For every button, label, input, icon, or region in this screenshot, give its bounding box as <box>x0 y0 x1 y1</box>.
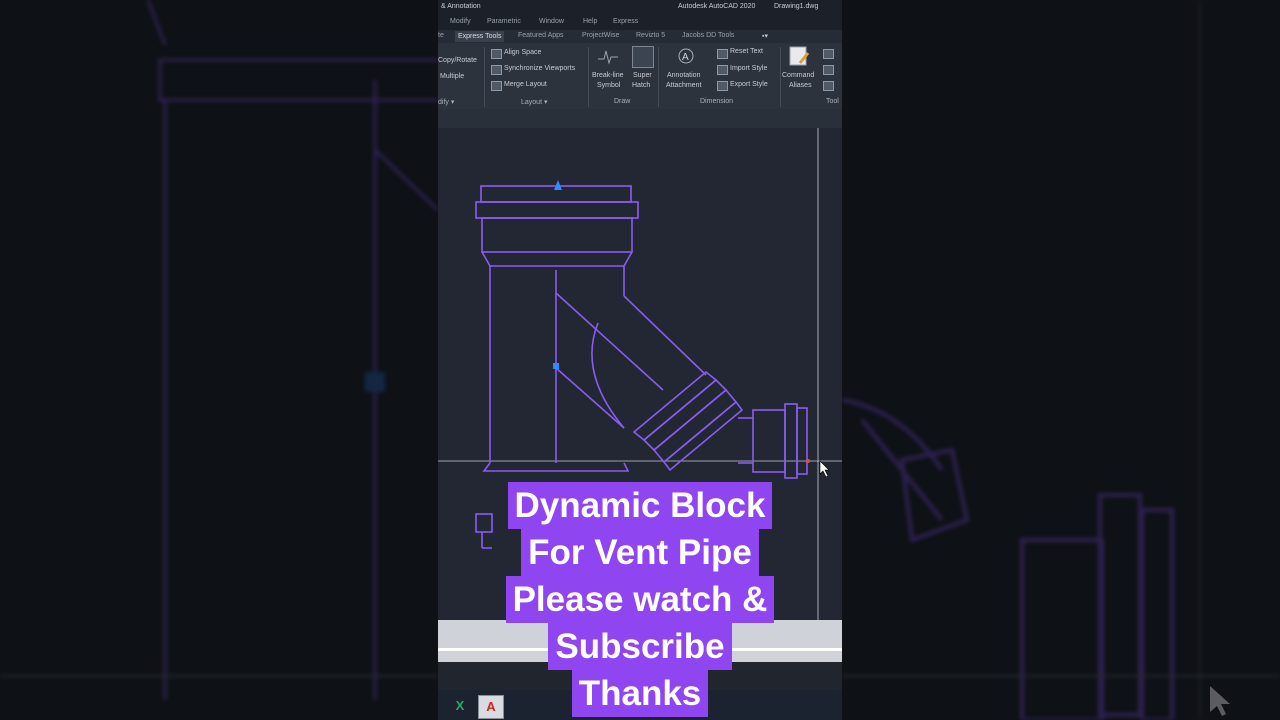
synchronize-viewports-button[interactable]: Synchronize Viewports <box>504 65 575 72</box>
blurred-background-left <box>0 0 438 720</box>
app-title: Autodesk AutoCAD 2020 <box>678 3 756 10</box>
caption-line-2: For Vent Pipe <box>521 529 759 576</box>
menu-window[interactable]: Window <box>539 18 564 25</box>
tool-icon-2[interactable] <box>823 65 834 75</box>
caption-line-4: Subscribe <box>548 623 732 670</box>
grip-square-icon[interactable] <box>553 363 559 369</box>
caption-line-1: Dynamic Block <box>507 482 773 529</box>
super-hatch-label-2[interactable]: Hatch <box>632 82 650 89</box>
align-space-icon <box>491 49 502 59</box>
tool-icon-1[interactable] <box>823 49 834 59</box>
menu-express[interactable]: Express <box>613 18 638 25</box>
command-aliases-label-2[interactable]: Aliases <box>789 82 812 89</box>
blurred-background-right <box>842 0 1280 720</box>
export-style-button[interactable]: Export Style <box>730 81 768 88</box>
multiple-button[interactable]: Multiple <box>440 73 464 80</box>
break-line-label-2[interactable]: Symbol <box>597 82 620 89</box>
ribbon-tab-bar: te Express Tools Featured Apps ProjectWi… <box>438 30 842 43</box>
tools-panel-label: Tool <box>826 98 839 105</box>
menu-bar: Modify Parametric Window Help Express <box>438 15 842 30</box>
reset-text-icon <box>717 49 728 59</box>
svg-text:A: A <box>682 52 689 63</box>
annotation-attachment-icon: A <box>678 48 694 64</box>
tab-partial[interactable]: te <box>438 32 444 39</box>
excel-icon[interactable]: X <box>448 695 472 717</box>
tab-express-tools[interactable]: Express Tools <box>455 31 505 42</box>
menu-help[interactable]: Help <box>583 18 597 25</box>
tab-featured-apps[interactable]: Featured Apps <box>518 32 564 39</box>
tab-projectwise[interactable]: ProjectWise <box>582 32 619 39</box>
break-line-label[interactable]: Break-line <box>592 72 624 79</box>
import-style-icon <box>717 65 728 75</box>
annotation-attachment-label[interactable]: Annotation <box>667 72 700 79</box>
blurred-cursor-icon <box>1210 686 1230 716</box>
synchronize-viewports-icon <box>491 65 502 75</box>
panel-separator <box>780 47 781 107</box>
merge-layout-button[interactable]: Merge Layout <box>504 81 547 88</box>
tool-icon-3[interactable] <box>823 81 834 91</box>
grip-arrow-icon[interactable] <box>554 180 562 190</box>
super-hatch-icon <box>632 46 654 68</box>
tab-overflow-icon[interactable]: ▪▾ <box>762 32 768 40</box>
document-title: Drawing1.dwg <box>774 3 819 10</box>
snap-marker-icon <box>806 459 810 463</box>
super-hatch-label[interactable]: Super <box>633 72 652 79</box>
command-aliases-label[interactable]: Command <box>782 72 814 79</box>
dimension-panel-label: Dimension <box>700 98 734 105</box>
caption-line-3: Please watch & <box>505 576 775 623</box>
panel-separator <box>588 47 589 107</box>
viewport-header-strip <box>438 109 842 128</box>
draw-panel-label: Draw <box>614 98 631 105</box>
panel-separator <box>658 47 659 107</box>
tab-jacobs-dd-tools[interactable]: Jacobs DD Tools <box>682 32 734 39</box>
caption-overlay: Dynamic Block For Vent Pipe Please watch… <box>492 482 788 717</box>
panel-separator <box>484 47 485 107</box>
menu-modify[interactable]: Modify <box>450 18 471 25</box>
layout-panel-label[interactable]: Layout ▾ <box>521 98 548 106</box>
command-aliases-icon <box>789 46 810 66</box>
title-bar: & Annotation Autodesk AutoCAD 2020 Drawi… <box>438 0 842 15</box>
reset-text-button[interactable]: Reset Text <box>730 48 763 55</box>
merge-layout-icon <box>491 81 502 91</box>
annotation-attachment-label-2[interactable]: Attachment <box>666 82 701 89</box>
mouse-cursor-icon <box>819 460 830 478</box>
tab-revizto[interactable]: Revizto 5 <box>636 32 665 39</box>
import-style-button[interactable]: Import Style <box>730 65 767 72</box>
caption-line-5: Thanks <box>571 670 709 717</box>
menu-parametric[interactable]: Parametric <box>487 18 521 25</box>
workspace-switcher[interactable]: & Annotation <box>441 3 481 10</box>
ribbon: Copy/Rotate Multiple dify ▾ Align Space … <box>438 43 842 109</box>
break-line-icon <box>598 50 618 65</box>
export-style-icon <box>717 81 728 91</box>
modify-panel-label[interactable]: dify ▾ <box>438 98 454 106</box>
align-space-button[interactable]: Align Space <box>504 49 541 56</box>
copy-rotate-button[interactable]: Copy/Rotate <box>438 57 477 64</box>
